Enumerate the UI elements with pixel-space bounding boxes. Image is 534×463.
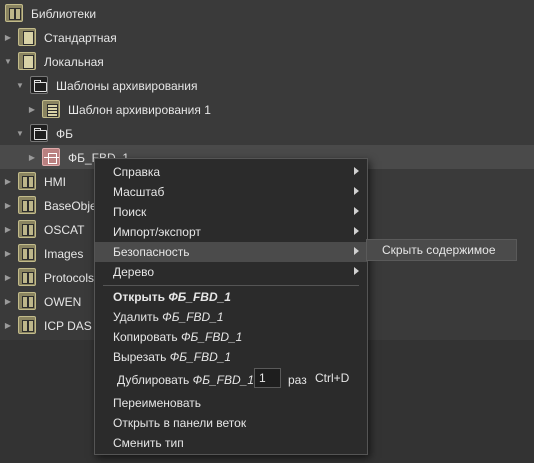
library-icon	[18, 316, 36, 334]
menu-item-target-name: ФБ_FBD_1	[162, 310, 224, 324]
menu-separator	[103, 285, 359, 286]
collapse-arrow-icon[interactable]: ▼	[3, 56, 13, 66]
menu-item-target-name: ФБ_FBD_1	[169, 350, 232, 364]
submenu-arrow-icon	[354, 207, 359, 215]
submenu-item-hide-content[interactable]: Скрыть содержимое	[382, 243, 496, 257]
menu-item-rename[interactable]: Переименовать	[95, 393, 367, 413]
menu-item-label: Безопасность	[113, 245, 190, 259]
menu-item-open-in-branch-panel[interactable]: Открыть в панели веток	[95, 413, 367, 433]
expand-arrow-icon[interactable]: ▶	[3, 320, 13, 330]
function-block-icon	[42, 148, 60, 166]
menu-item-change-type[interactable]: Сменить тип	[95, 433, 367, 453]
tree-item-label: BaseObje	[44, 199, 97, 213]
menu-item-cut[interactable]: Вырезать ФБ_FBD_1	[95, 347, 367, 367]
menu-item-label: Удалить	[113, 310, 159, 324]
context-menu: Справка Масштаб Поиск Импорт/экспорт Без…	[94, 158, 368, 455]
tree-item-label: OWEN	[44, 295, 82, 309]
menu-item-label: Открыть в панели веток	[113, 416, 247, 430]
menu-item-duplicate[interactable]: Дублировать ФБ_FBD_1 раз Ctrl+D	[95, 368, 367, 390]
expand-arrow-icon[interactable]: ▶	[3, 200, 13, 210]
tree-item-archive-templates[interactable]: ▼ Шаблоны архивирования	[0, 73, 534, 97]
menu-item-open[interactable]: Открыть ФБ_FBD_1	[95, 287, 367, 307]
library-icon	[18, 196, 36, 214]
menu-item-search[interactable]: Поиск	[95, 202, 367, 222]
tree-item-label: OSCAT	[44, 223, 85, 237]
tree-item-label: HMI	[44, 175, 66, 189]
library-icon	[18, 244, 36, 262]
tree-item-libraries[interactable]: Библиотеки	[0, 1, 534, 25]
shortcut-label: Ctrl+D	[315, 371, 350, 385]
expand-arrow-icon[interactable]: ▶	[3, 176, 13, 186]
tree-item-label: Шаблон архивирования 1	[68, 103, 211, 117]
menu-item-label: Дублировать	[117, 373, 190, 387]
tree-item-label: ICP DAS	[44, 319, 92, 333]
menu-item-target-name: ФБ_FBD_1	[168, 290, 231, 304]
menu-item-target-name: ФБ_FBD_1	[192, 373, 255, 387]
collapse-arrow-icon[interactable]: ▼	[15, 80, 25, 90]
library-icon	[5, 4, 23, 22]
duplicate-count-input[interactable]	[254, 368, 281, 388]
menu-item-label: Импорт/экспорт	[113, 225, 201, 239]
menu-item-label: Вырезать	[113, 350, 167, 364]
standard-library-icon	[18, 28, 36, 46]
archive-template-icon	[42, 100, 60, 118]
submenu-arrow-icon	[354, 227, 359, 235]
folder-icon	[30, 76, 48, 94]
menu-item-label: Переименовать	[113, 396, 201, 410]
library-icon	[18, 172, 36, 190]
tree-item-fb[interactable]: ▼ ФБ	[0, 121, 534, 145]
menu-item-scale[interactable]: Масштаб	[95, 182, 367, 202]
menu-item-label: Поиск	[113, 205, 147, 219]
expand-arrow-icon[interactable]: ▶	[3, 32, 13, 42]
expand-arrow-icon[interactable]: ▶	[27, 104, 37, 114]
tree-item-label: Библиотеки	[31, 7, 97, 21]
library-icon	[18, 268, 36, 286]
collapse-arrow-icon[interactable]: ▼	[15, 128, 25, 138]
menu-item-label: Сменить тип	[113, 436, 184, 450]
tree-item-label: Локальная	[44, 55, 104, 69]
duplicate-unit-label: раз	[288, 373, 307, 387]
expand-arrow-icon[interactable]: ▶	[3, 296, 13, 306]
menu-item-tree[interactable]: Дерево	[95, 262, 367, 282]
expand-arrow-icon[interactable]: ▶	[3, 224, 13, 234]
tree-item-standard[interactable]: ▶ Стандартная	[0, 25, 534, 49]
menu-item-label: Копировать	[113, 330, 178, 344]
expand-arrow-icon[interactable]: ▶	[27, 152, 37, 162]
tree-item-label: Шаблоны архивирования	[56, 79, 198, 93]
menu-item-help[interactable]: Справка	[95, 162, 367, 182]
submenu-arrow-icon	[354, 267, 359, 275]
tree-item-label: ФБ	[56, 127, 73, 141]
expand-arrow-icon[interactable]: ▶	[3, 272, 13, 282]
submenu-arrow-icon	[354, 167, 359, 175]
menu-item-copy[interactable]: Копировать ФБ_FBD_1	[95, 327, 367, 347]
tree-item-label: Protocols	[44, 271, 95, 285]
tree-item-archive-template-1[interactable]: ▶ Шаблон архивирования 1	[0, 97, 534, 121]
menu-item-delete[interactable]: Удалить ФБ_FBD_1	[95, 307, 367, 327]
menu-item-label: Справка	[113, 165, 161, 179]
local-library-icon	[18, 52, 36, 70]
menu-item-target-name: ФБ_FBD_1	[180, 330, 243, 344]
library-icon	[18, 292, 36, 310]
tree-item-label: Стандартная	[44, 31, 117, 45]
submenu-arrow-icon	[354, 187, 359, 195]
tree-item-local[interactable]: ▼ Локальная	[0, 49, 534, 73]
menu-item-label: Дерево	[113, 265, 155, 279]
menu-item-label: Открыть	[113, 290, 166, 304]
menu-item-label: Масштаб	[113, 185, 165, 199]
submenu-arrow-icon	[354, 247, 359, 255]
security-submenu: Скрыть содержимое	[366, 239, 517, 261]
menu-item-security[interactable]: Безопасность	[95, 242, 367, 262]
folder-icon	[30, 124, 48, 142]
expand-arrow-icon[interactable]: ▶	[3, 248, 13, 258]
library-icon	[18, 220, 36, 238]
menu-item-import-export[interactable]: Импорт/экспорт	[95, 222, 367, 242]
tree-item-label: Images	[44, 247, 84, 261]
